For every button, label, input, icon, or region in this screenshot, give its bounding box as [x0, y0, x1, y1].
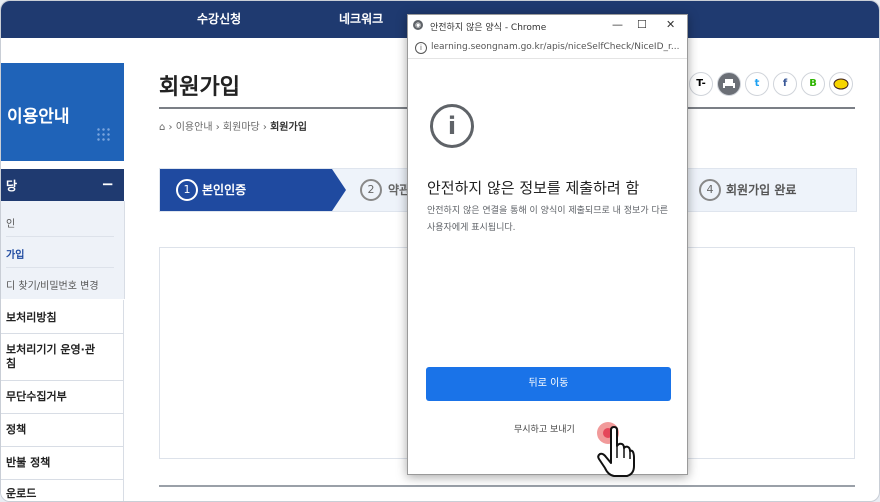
warning-description: 안전하지 않은 연결을 통해 이 양식이 제출되므로 내 정보가 다른 사용자에… [427, 206, 669, 233]
sidebar-submenu: 인 가입 디 찾기/비밀번호 변경 [1, 201, 125, 299]
sidebar-banner-title: 이용안내 [7, 107, 70, 127]
submenu-item-login[interactable]: 인 [6, 215, 15, 230]
warning-heading: 안전하지 않은 정보를 제출하려 함 [427, 179, 640, 197]
sidebar-item-label: 반불 정책 [6, 456, 51, 469]
home-icon[interactable]: ⌂ [159, 122, 165, 133]
twitter-icon[interactable]: t [745, 72, 769, 96]
breadcrumb-current: 회원가입 [270, 122, 307, 133]
sidebar-item-refund-policy[interactable]: 반불 정책 [1, 447, 124, 480]
breadcrumb-sep: › [168, 122, 176, 133]
submenu-divider [6, 267, 114, 268]
go-back-button[interactable]: 뒤로 이동 [426, 367, 671, 401]
step-arrow [332, 169, 346, 211]
step-number: 4 [699, 179, 721, 201]
sidebar-item-cctv[interactable]: 보처리기기 운영·관 침 [1, 334, 124, 381]
text-size-icon[interactable]: T- [689, 72, 713, 96]
info-circle-icon: i [430, 104, 474, 148]
sidebar-item-email-refusal[interactable]: 무단수집거부 [1, 381, 124, 414]
sidebar-item-label: 보처리방침 [6, 311, 57, 324]
send-anyway-link[interactable]: 무시하고 보내기 [514, 422, 575, 435]
breadcrumb-item[interactable]: 회원마당 [223, 122, 260, 133]
print-icon-glyph [723, 79, 735, 89]
kakao-icon[interactable] [829, 72, 853, 96]
hand-cursor-icon [597, 426, 635, 477]
globe-icon: ◉ [413, 20, 423, 30]
sidebar-section-title: 당 [6, 179, 18, 193]
submenu-divider [6, 236, 114, 237]
step-number: 2 [360, 179, 382, 201]
window-title: 안전하지 않은 양식 - Chrome [430, 23, 547, 33]
facebook-icon[interactable]: f [773, 72, 797, 96]
step-number: 1 [176, 179, 198, 201]
nav-item-network[interactable]: 네크워크 [339, 10, 383, 27]
breadcrumb-item[interactable]: 이용안내 [176, 122, 213, 133]
collapse-icon[interactable]: − [101, 175, 114, 193]
step-label: 회원가입 완료 [726, 183, 797, 197]
bottom-divider [159, 485, 855, 487]
sidebar-section-header[interactable]: 당 − [1, 169, 124, 201]
banner-decoration [96, 127, 112, 143]
url-text: learning.seongnam.go.kr/apis/niceSelfChe… [431, 42, 680, 52]
sidebar-item-label: 운로드 [6, 487, 37, 500]
sidebar-banner: 이용안내 [1, 63, 124, 161]
print-icon[interactable] [717, 72, 741, 96]
submenu-item-find-id[interactable]: 디 찾기/비밀번호 변경 [6, 277, 99, 292]
screenshot-frame: 수강신청 네크워크 이용안내 당 − 인 가입 디 찾기/비밀번호 변경 보처리… [0, 0, 880, 502]
step-label: 본인인증 [202, 183, 247, 197]
breadcrumb: ⌂ › 이용안내 › 회원마당 › 회원가입 [159, 118, 307, 133]
minimize-icon[interactable]: — [612, 18, 623, 31]
submenu-item-join[interactable]: 가입 [6, 246, 24, 261]
sidebar-item-download[interactable]: 운로드 [1, 480, 124, 501]
close-icon[interactable]: ✕ [666, 18, 675, 31]
sidebar-item-policy[interactable]: 정책 [1, 414, 124, 447]
address-bar[interactable]: i learning.seongnam.go.kr/apis/niceSelfC… [408, 38, 687, 59]
sidebar-item-label: 무단수집거부 [6, 390, 67, 403]
info-icon[interactable]: i [415, 42, 427, 54]
blog-icon[interactable]: B [801, 72, 825, 96]
insecure-form-dialog: ◉ 안전하지 않은 양식 - Chrome — ☐ ✕ i learning.s… [407, 14, 688, 475]
page-title: 회원가입 [159, 75, 240, 100]
sidebar-item-label: 정책 [6, 423, 27, 436]
kakao-icon-glyph [833, 78, 849, 90]
breadcrumb-sep: › [215, 122, 223, 133]
sidebar-item-privacy[interactable]: 보처리방침 [1, 300, 124, 334]
nav-item-course[interactable]: 수강신청 [197, 10, 241, 27]
window-titlebar: ◉ 안전하지 않은 양식 - Chrome — ☐ ✕ [408, 15, 687, 39]
sidebar-item-label: 보처리기기 운영·관 침 [6, 343, 95, 370]
maximize-icon[interactable]: ☐ [637, 18, 647, 31]
